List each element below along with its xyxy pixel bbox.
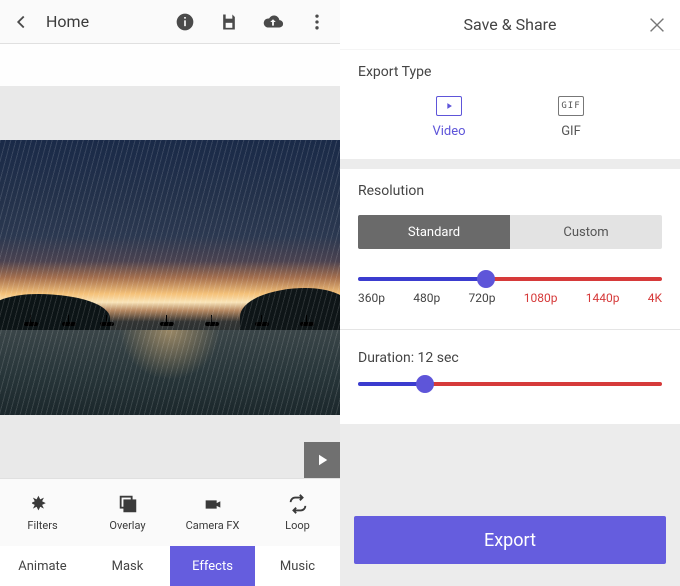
panel-header: Save & Share [340, 0, 680, 50]
bottom-tabs: Animate Mask Effects Music [0, 546, 340, 586]
duration-slider[interactable] [358, 382, 662, 386]
res-1080p: 1080p [524, 291, 558, 305]
gif-icon: GIF [558, 96, 584, 116]
topbar: Home [0, 0, 340, 44]
res-480p: 480p [413, 291, 440, 305]
tab-mask[interactable]: Mask [85, 546, 170, 586]
sub-toolbar-blank [0, 44, 340, 86]
save-icon[interactable] [218, 11, 240, 33]
tool-label: Overlay [109, 519, 145, 532]
back-icon[interactable] [10, 11, 32, 33]
tab-animate[interactable]: Animate [0, 546, 85, 586]
tab-music[interactable]: Music [255, 546, 340, 586]
export-button[interactable]: Export [354, 516, 666, 564]
segment-standard[interactable]: Standard [358, 215, 510, 249]
export-type-card: Export Type Video GIF GIF [340, 50, 680, 159]
tool-label: Camera FX [186, 519, 240, 532]
tool-overlay[interactable]: Overlay [85, 479, 170, 546]
res-4k: 4K [648, 291, 662, 305]
save-share-panel: Save & Share Export Type Video GIF GIF R… [340, 0, 680, 586]
slider-thumb[interactable] [477, 270, 495, 288]
editor-panel: Home [0, 0, 340, 586]
export-option-video[interactable]: Video [388, 96, 510, 139]
tool-camerafx[interactable]: Camera FX [170, 479, 255, 546]
cloud-upload-icon[interactable] [262, 11, 284, 33]
tool-filters[interactable]: Filters [0, 479, 85, 546]
duration-label: Duration: 12 sec [358, 350, 662, 366]
tool-loop[interactable]: Loop [255, 479, 340, 546]
close-icon[interactable] [646, 14, 668, 36]
tab-effects[interactable]: Effects [170, 546, 255, 586]
resolution-card: Resolution Standard Custom 360p 480p 720… [340, 169, 680, 424]
resolution-options: 360p 480p 720p 1080p 1440p 4K [358, 291, 662, 305]
preview-image[interactable] [0, 140, 340, 415]
video-icon [436, 96, 462, 116]
tool-label: Filters [27, 519, 57, 532]
resolution-mode-segment: Standard Custom [358, 215, 662, 249]
panel-title: Save & Share [464, 15, 557, 34]
export-type-label: Export Type [358, 64, 662, 80]
res-360p: 360p [358, 291, 385, 305]
tool-label: Loop [285, 519, 310, 532]
toolbar: Filters Overlay Camera FX Loop [0, 478, 340, 546]
resolution-label: Resolution [358, 183, 662, 199]
export-option-label: GIF [561, 124, 581, 139]
spacer [0, 86, 340, 140]
play-button[interactable] [304, 442, 340, 478]
screen-title: Home [46, 12, 160, 31]
export-option-gif[interactable]: GIF GIF [510, 96, 632, 139]
overflow-menu-icon[interactable] [306, 11, 328, 33]
res-720p: 720p [469, 291, 496, 305]
res-1440p: 1440p [586, 291, 620, 305]
resolution-slider[interactable] [358, 277, 662, 281]
segment-custom[interactable]: Custom [510, 215, 662, 249]
export-option-label: Video [432, 124, 465, 139]
info-icon[interactable] [174, 11, 196, 33]
slider-thumb[interactable] [416, 375, 434, 393]
